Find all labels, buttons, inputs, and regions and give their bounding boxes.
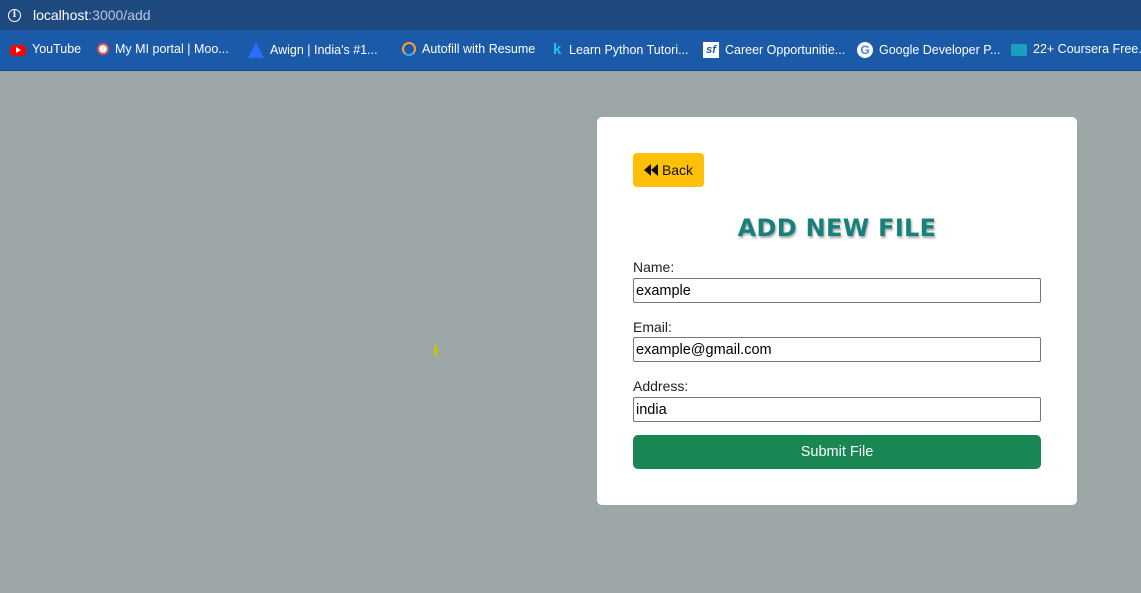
address-field[interactable]	[633, 397, 1041, 422]
back-label: Back	[661, 162, 694, 178]
coursera-icon	[1011, 44, 1027, 56]
bookmark-coursera[interactable]: 22+ Coursera Free...	[1011, 42, 1141, 56]
bookmark-awign[interactable]: Awign | India's #1...	[248, 42, 378, 58]
bookmark-moodle[interactable]: My MI portal | Moo...	[95, 42, 229, 56]
submit-file-button[interactable]: Submit File	[633, 435, 1041, 469]
info-icon[interactable]: i	[8, 8, 21, 22]
bookmark-label: YouTube	[32, 42, 82, 56]
youtube-icon	[10, 44, 26, 56]
add-file-card: Back ADD NEW FILE Name: Email: Address: …	[597, 117, 1077, 505]
google-icon: G	[857, 42, 873, 58]
career-icon: sf	[703, 42, 719, 58]
bookmark-youtube[interactable]: YouTube	[10, 42, 81, 56]
email-field[interactable]	[633, 337, 1041, 362]
bookmark-learnpython[interactable]: k Learn Python Tutori...	[553, 42, 689, 58]
bookmark-career[interactable]: sf Career Opportunitie...	[703, 42, 845, 58]
bookmark-google[interactable]: G Google Developer P...	[857, 42, 1000, 58]
bookmark-label: Autofill with Resume	[422, 42, 536, 56]
bookmark-label: Career Opportunitie...	[725, 43, 846, 57]
name-field[interactable]	[633, 278, 1041, 303]
bookmarks-bar: YouTube My MI portal | Moo... Awign | In…	[0, 30, 1141, 71]
bookmark-label: Google Developer P...	[879, 43, 1001, 57]
bookmark-label: Awign | India's #1...	[270, 43, 378, 57]
bookmark-label: My MI portal | Moo...	[115, 42, 229, 56]
autofill-icon	[402, 42, 416, 56]
bookmark-autofill[interactable]: Autofill with Resume	[402, 42, 535, 56]
bookmark-label: Learn Python Tutori...	[569, 43, 689, 57]
email-label: Email:	[633, 319, 672, 335]
bookmark-label: 22+ Coursera Free...	[1033, 42, 1141, 56]
page-title: ADD NEW FILE	[737, 214, 937, 242]
learnpython-icon: k	[553, 41, 562, 58]
name-label: Name:	[633, 259, 675, 275]
awign-icon	[248, 42, 264, 58]
text-cursor	[434, 345, 437, 356]
back-button[interactable]: Back	[633, 153, 704, 187]
url-host: localhost	[33, 7, 89, 23]
moodle-icon	[97, 43, 109, 55]
url-path: :3000/add	[88, 7, 151, 23]
address-label: Address:	[633, 378, 689, 394]
address-bar[interactable]: i localhost:3000/add	[0, 0, 1141, 30]
rewind-icon	[643, 164, 658, 176]
